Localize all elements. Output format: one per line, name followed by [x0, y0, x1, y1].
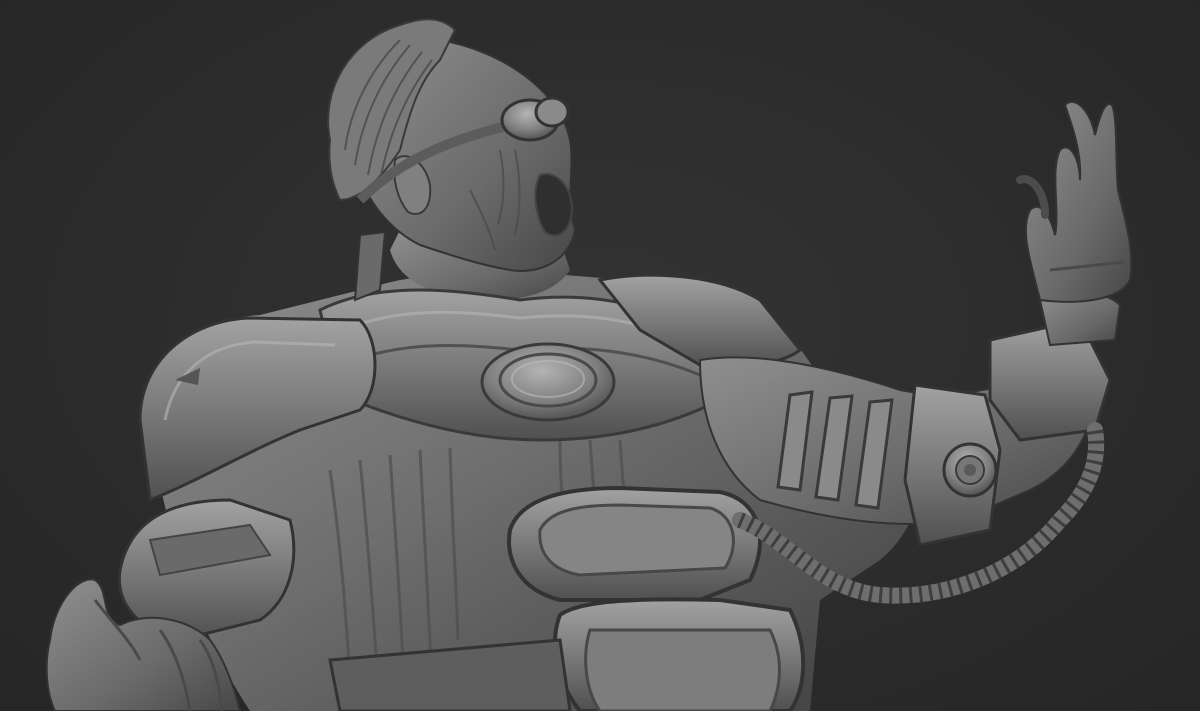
- backrest: [353, 230, 387, 302]
- chest-disc: [480, 342, 616, 422]
- head: [327, 18, 577, 272]
- viewport: [0, 0, 1200, 711]
- right-forearm-armor: [988, 292, 1122, 442]
- right-hand: [1016, 100, 1133, 303]
- elbow-armor: [903, 383, 1002, 547]
- sculpt-render: [45, 18, 1133, 711]
